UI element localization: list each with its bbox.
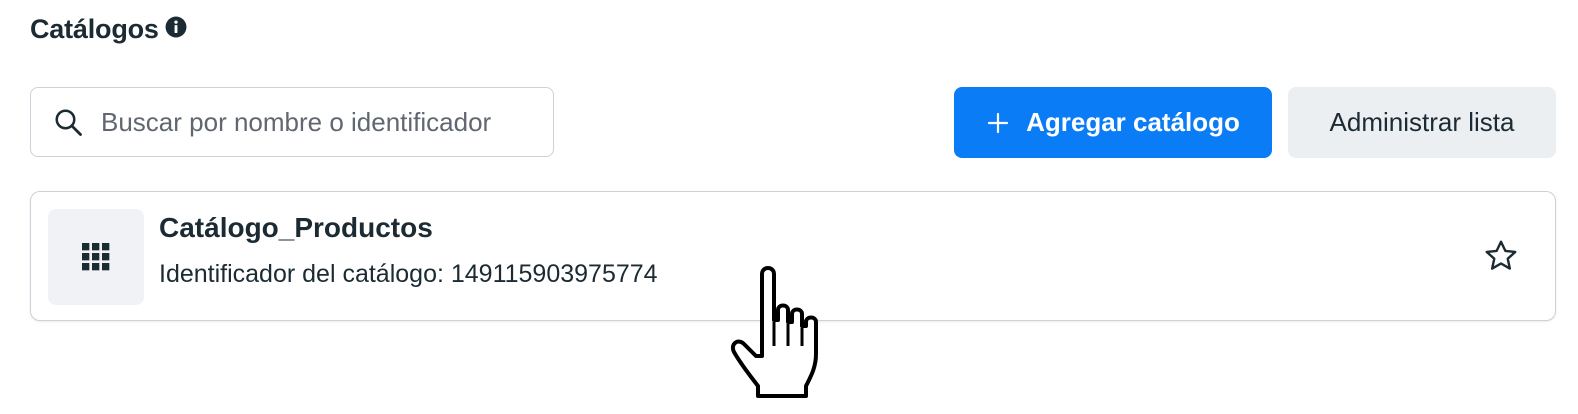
search-box[interactable]: [30, 87, 554, 157]
catalog-thumbnail: [48, 209, 144, 305]
info-circle-icon[interactable]: [165, 16, 187, 38]
add-catalog-label: Agregar catálogo: [1026, 107, 1240, 137]
page-title: Catálogos: [30, 14, 159, 44]
add-catalog-button[interactable]: Agregar catálogo: [954, 87, 1272, 158]
catalog-id: Identificador del catálogo: 149115903975…: [159, 260, 658, 288]
section-header: Catálogos: [30, 14, 187, 45]
catalog-card[interactable]: Catálogo_Productos Identificador del cat…: [30, 191, 1556, 321]
search-input[interactable]: [101, 106, 521, 138]
star-outline-icon[interactable]: [1483, 238, 1519, 274]
search-icon: [55, 109, 82, 136]
plus-icon: [987, 112, 1009, 133]
catalog-name[interactable]: Catálogo_Productos: [159, 212, 433, 244]
grid-icon: [82, 243, 110, 271]
manage-list-button[interactable]: Administrar lista: [1288, 87, 1556, 158]
